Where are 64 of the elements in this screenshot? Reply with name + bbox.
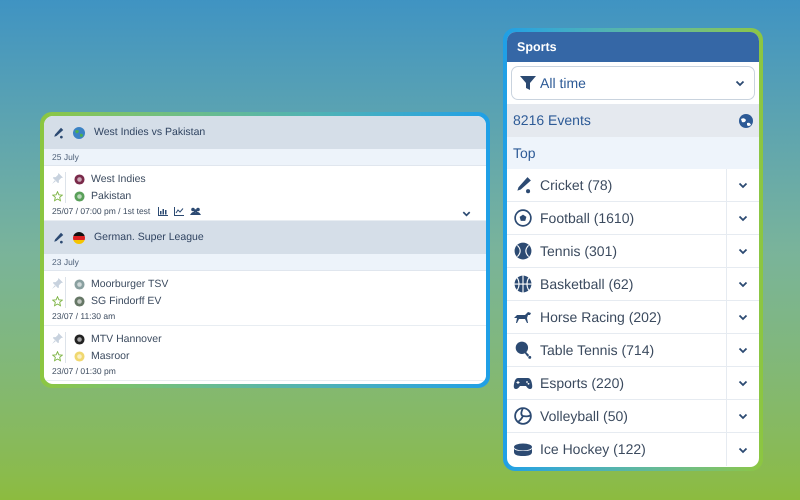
team-logo-icon [74,334,85,344]
section-label: Top [513,144,536,163]
match-info: 23/07 / 01:30 pm [52,365,116,377]
star-icon[interactable] [52,296,63,307]
star-icon[interactable] [52,190,63,202]
date-label: 23 July [52,256,79,268]
horse-icon [513,309,533,325]
cricket-bat-icon [52,232,64,244]
team-logo-icon [74,278,85,290]
sport-item[interactable]: Horse Racing (202) [507,301,727,333]
match-info: 23/07 / 11:30 am [52,310,116,322]
table-tennis-paddle-icon [514,341,532,359]
sport-label: Basketball (62) [540,274,634,294]
team-name: MTV Hannover [91,332,162,346]
team-logo-icon [74,190,85,202]
league-name: West Indies vs Pakistan [94,124,206,140]
sport-label: Esports (220) [540,374,624,393]
team-name: Moorburger TSV [91,277,168,291]
sport-label: Horse Racing (202) [540,308,662,327]
league-name: German. Super League [94,230,204,245]
basketball-icon [514,275,532,293]
volleyball-icon [514,407,532,425]
globe-icon [739,114,753,128]
people-icon[interactable] [190,206,202,216]
gamepad-icon [513,375,533,391]
panel-title: Sports [517,38,557,56]
sport-item[interactable]: Cricket (78) [507,169,727,201]
team-name: Masroor [91,349,130,363]
star-icon[interactable] [52,350,63,362]
match-info: 25/07 / 07:00 pm / 1st test [52,205,150,217]
globe-icon [73,126,85,138]
bar-chart-icon[interactable] [158,206,168,216]
sport-label: Football (1610) [540,208,634,228]
sport-item[interactable]: Esports (220) [507,367,727,399]
sport-label: Table Tennis (714) [540,340,654,360]
team-name: SG Findorff EV [91,294,162,308]
team-logo-icon [74,296,85,306]
team-name: Pakistan [91,189,132,203]
events-row[interactable]: 8216 Events [507,104,759,137]
team-logo-icon [74,350,85,362]
sport-label: Tennis (301) [540,242,618,261]
sport-item[interactable]: Volleyball (50) [507,400,727,432]
time-filter-dropdown[interactable]: All time [511,66,755,100]
sport-item[interactable]: Basketball (62) [507,268,727,300]
events-count: 8216 Events [513,111,592,130]
sport-label: Cricket (78) [540,176,612,195]
line-chart-icon[interactable] [174,206,184,216]
sport-item[interactable]: Tennis (301) [507,235,727,267]
sport-item[interactable]: Table Tennis (714) [507,334,727,366]
league-header[interactable]: West Indies vs Pakistan [44,116,486,149]
sport-item[interactable]: Football (1610) [507,202,727,234]
filter-icon [520,75,536,91]
soccer-ball-icon [514,209,532,227]
hockey-puck-icon [513,442,533,458]
germany-flag-icon [73,232,85,244]
sport-item[interactable]: Ice Hockey (122) [507,433,727,466]
sport-label: Ice Hockey (122) [540,440,646,459]
sport-label: Volleyball (50) [540,406,628,426]
team-name: West Indies [91,172,146,186]
date-label: 25 July [52,150,79,164]
cricket-bat-icon [52,126,64,138]
league-header[interactable]: German. Super League [44,221,486,254]
tennis-ball-icon [514,242,532,260]
team-logo-icon [74,174,85,184]
